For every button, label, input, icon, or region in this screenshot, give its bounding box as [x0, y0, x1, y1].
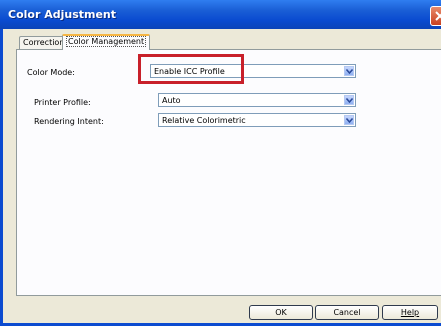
window-frame-left — [0, 29, 3, 326]
tab-color-management-label: Color Management — [66, 36, 147, 47]
printer-profile-select[interactable]: Auto — [158, 93, 356, 107]
help-button[interactable]: Help — [382, 305, 438, 320]
close-icon — [435, 11, 441, 21]
printer-profile-dropdown-button[interactable] — [344, 95, 354, 105]
rendering-intent-dropdown-button[interactable] — [344, 115, 354, 125]
chevron-down-icon — [346, 118, 353, 123]
tab-correction[interactable]: Correction — [19, 36, 69, 49]
color-mode-label: Color Mode: — [27, 68, 75, 77]
window-title: Color Adjustment — [8, 8, 117, 21]
close-button[interactable] — [430, 6, 441, 26]
help-button-label: Help — [400, 308, 420, 317]
cancel-button[interactable]: Cancel — [315, 305, 379, 320]
chevron-down-icon — [346, 98, 353, 103]
printer-profile-value: Auto — [162, 96, 181, 105]
highlight-box — [138, 54, 244, 84]
tab-color-management[interactable]: Color Management — [62, 34, 151, 50]
ok-button[interactable]: OK — [249, 305, 313, 320]
printer-profile-label: Printer Profile: — [34, 98, 91, 107]
color-management-panel — [16, 49, 441, 296]
chevron-down-icon — [346, 69, 353, 74]
rendering-intent-select[interactable]: Relative Colorimetric — [158, 113, 356, 127]
title-bar[interactable]: Color Adjustment — [0, 0, 441, 29]
color-mode-dropdown-button[interactable] — [344, 66, 354, 76]
tab-correction-label: Correction — [23, 38, 65, 47]
rendering-intent-value: Relative Colorimetric — [162, 116, 246, 125]
rendering-intent-label: Rendering Intent: — [34, 117, 104, 126]
